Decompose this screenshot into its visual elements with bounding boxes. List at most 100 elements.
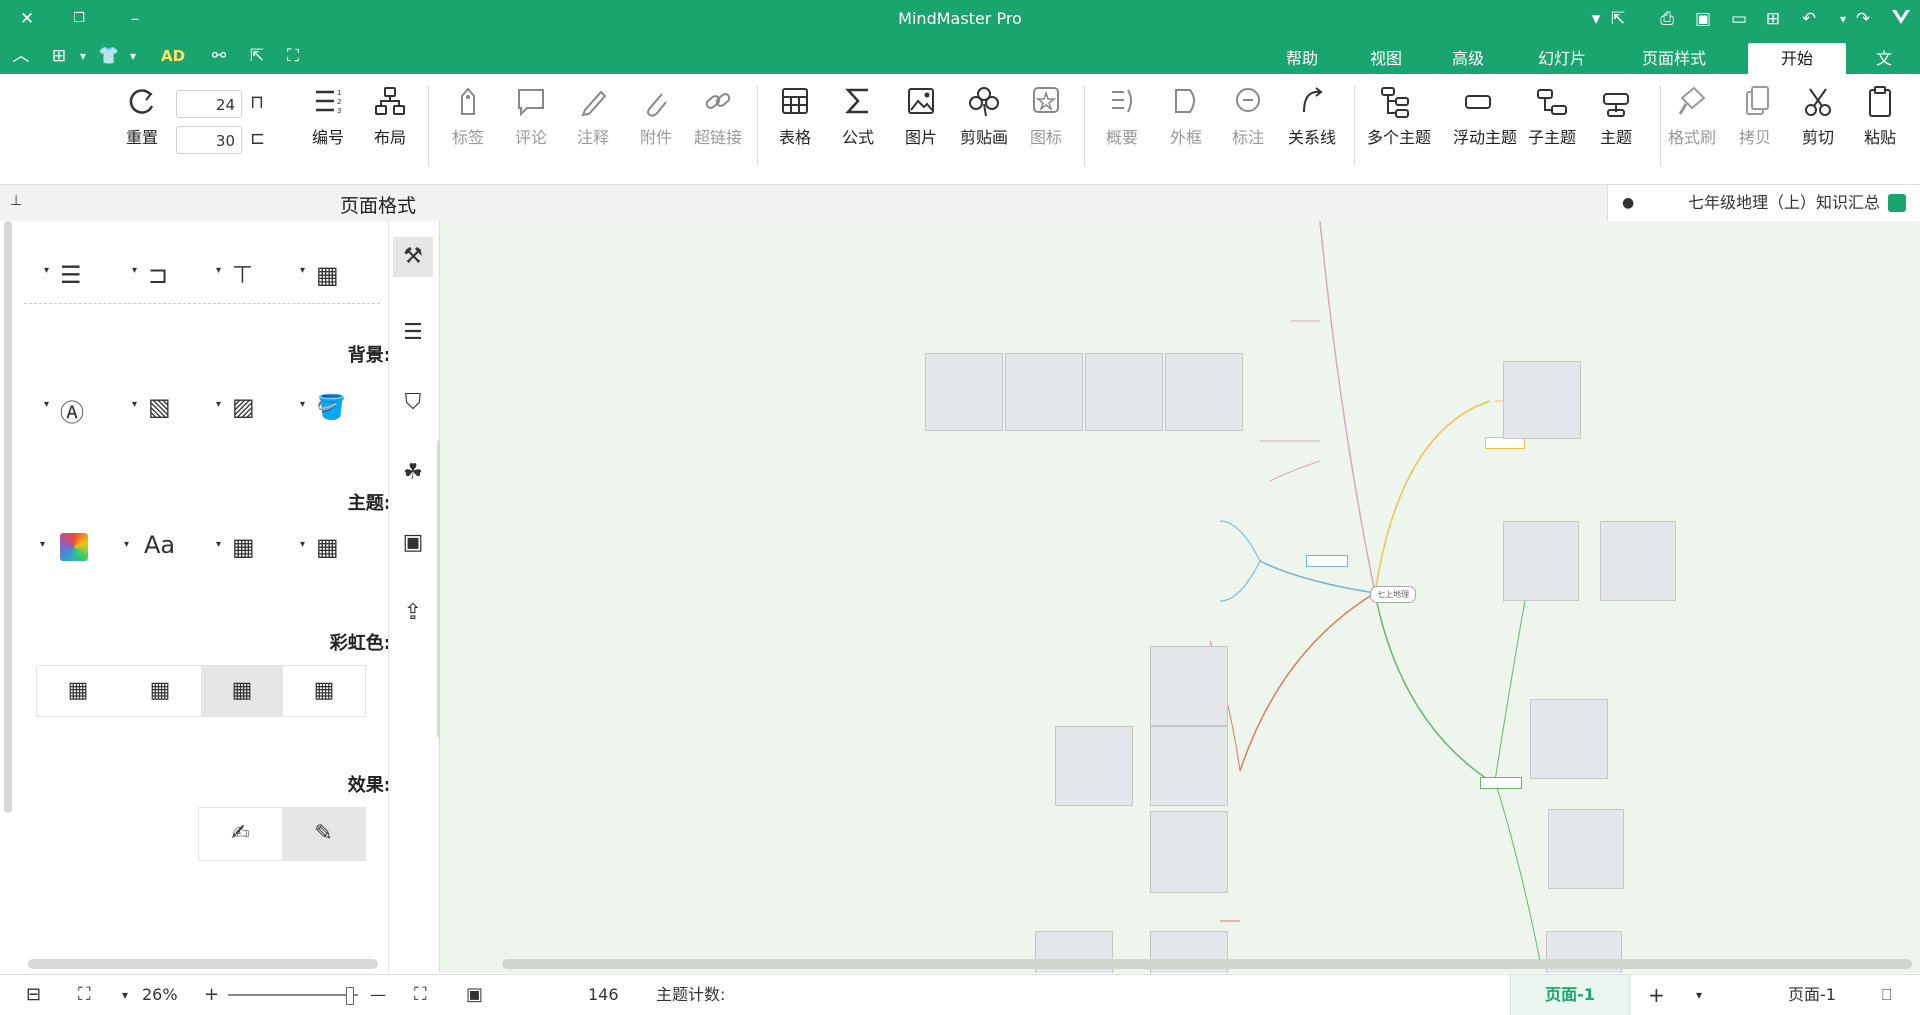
formula-button[interactable]: 公式 <box>830 84 886 154</box>
boundary-button[interactable]: 外框 <box>1158 84 1214 154</box>
color-theme-icon[interactable] <box>60 533 88 561</box>
normal-effect-icon[interactable]: ✎ <box>282 808 365 860</box>
photo-image[interactable] <box>1150 811 1228 893</box>
dropdown-icon[interactable]: ▾ <box>1696 975 1702 1015</box>
star-badge-icon[interactable]: ⛉ <box>393 383 433 423</box>
minimize-window-icon[interactable]: – <box>122 6 148 32</box>
vertical-spacing-input[interactable]: 30 <box>176 126 242 154</box>
dropdown-icon[interactable]: ▾ <box>300 539 305 550</box>
icon-button[interactable]: 图标 <box>1018 84 1074 154</box>
rainbow-option[interactable]: ▦ <box>119 666 201 716</box>
document-tab[interactable]: 七年级地理（上）知识汇总 ● <box>1607 185 1920 221</box>
remove-background-icon[interactable]: ▧ <box>148 393 171 421</box>
dropdown-icon[interactable]: ▾ <box>122 975 128 1015</box>
dropdown-icon[interactable]: ▾ <box>300 265 305 276</box>
panel-horizontal-scrollbar[interactable] <box>28 959 378 969</box>
theme-grid-icon[interactable]: ▦ <box>316 533 339 561</box>
branch-node[interactable] <box>1306 555 1348 567</box>
dropdown-icon[interactable]: ▾ <box>120 43 146 69</box>
numbered-list-icon[interactable]: ☰ <box>60 261 82 289</box>
theme-shirt-icon[interactable]: 👕 <box>96 43 122 69</box>
layout-button[interactable]: 布局 <box>362 84 418 154</box>
fit-screen-icon[interactable]: ⛶ <box>280 43 306 69</box>
table-button[interactable]: 表格 <box>767 84 823 154</box>
format-hammer-icon[interactable]: ⚒ <box>393 237 433 277</box>
theme-font-button[interactable]: Aa <box>144 531 175 559</box>
map-image[interactable] <box>1503 361 1581 439</box>
zoom-slider-track[interactable] <box>228 994 358 996</box>
photo-image[interactable] <box>1005 353 1083 431</box>
rainbow-option[interactable]: ▦ <box>37 666 119 716</box>
open-file-icon[interactable]: ▭ <box>1726 6 1752 32</box>
theme-layout-icon[interactable]: ▦ <box>232 533 255 561</box>
branch-node[interactable] <box>1480 777 1522 789</box>
dropdown-icon[interactable]: ▾ <box>216 265 221 276</box>
format-painter-button[interactable]: 格式刷 <box>1664 84 1720 154</box>
active-page-tab[interactable]: 页面-1 <box>1510 975 1630 1015</box>
background-image-icon[interactable]: ▨ <box>232 393 255 421</box>
dropdown-icon[interactable]: ▾ <box>300 399 305 410</box>
rainbow-option-selected[interactable]: ▦ <box>201 666 283 716</box>
subtopic-button[interactable]: 子主题 <box>1524 84 1580 154</box>
map-image[interactable] <box>1600 521 1676 601</box>
zoom-level[interactable]: 26% <box>142 975 178 1015</box>
clipart-button[interactable]: 剪贴画 <box>956 84 1012 154</box>
page-panel-icon[interactable]: ⎕ <box>1882 975 1892 1015</box>
dropdown-icon[interactable]: ▾ <box>44 265 49 276</box>
tag-button[interactable]: 标签 <box>440 84 496 154</box>
print-icon[interactable]: ⎙ <box>1654 6 1680 32</box>
dropdown-icon[interactable]: ▾ <box>70 43 96 69</box>
dropdown-icon[interactable]: ▾ <box>132 265 137 276</box>
paste-button[interactable]: 粘贴 <box>1852 84 1908 154</box>
map-image[interactable] <box>1530 699 1608 779</box>
dropdown-icon[interactable]: ▾ <box>216 539 221 550</box>
collapse-ribbon-icon[interactable]: ︿ <box>8 43 34 69</box>
tab-advanced[interactable]: 高级 <box>1438 43 1498 74</box>
zoom-in-icon[interactable]: + <box>204 975 219 1015</box>
horizontal-spacing-input[interactable]: 24 <box>176 90 242 118</box>
fill-bucket-icon[interactable]: 🪣 <box>316 393 346 421</box>
hyperlink-button[interactable]: 超链接 <box>690 84 746 154</box>
rainbow-option[interactable]: ▦ <box>283 666 365 716</box>
dropdown-icon[interactable]: ▾ <box>40 539 45 550</box>
connector-icon[interactable]: ⊐ <box>148 261 168 289</box>
export-icon[interactable]: ⇱ <box>1605 6 1631 32</box>
photo-image[interactable] <box>925 353 1003 431</box>
hierarchy-icon[interactable]: ⊤ <box>232 261 253 289</box>
tab-help[interactable]: 帮助 <box>1272 43 1332 74</box>
reset-button[interactable]: 重置 <box>114 84 170 154</box>
clover-icon[interactable]: ☘ <box>393 453 433 493</box>
connect-icon[interactable]: ⚯ <box>206 43 232 69</box>
tab-page-style[interactable]: 页面样式 <box>1628 43 1720 74</box>
photo-image[interactable] <box>1165 353 1243 431</box>
pin-icon[interactable]: ⊥ <box>10 193 22 209</box>
save-icon[interactable]: ▣ <box>1690 6 1716 32</box>
map-image[interactable] <box>1503 521 1579 601</box>
topic-button[interactable]: 主题 <box>1588 84 1644 154</box>
floating-topic-button[interactable]: 浮动主题 <box>1450 84 1520 154</box>
close-window-icon[interactable]: ✕ <box>14 6 40 32</box>
watermark-icon[interactable]: Ⓐ <box>60 393 84 428</box>
photo-image[interactable] <box>1085 353 1163 431</box>
tab-file[interactable]: 文件 <box>1862 43 1920 99</box>
picture-button[interactable]: 图片 <box>893 84 949 154</box>
photo-image[interactable] <box>1055 726 1133 806</box>
mindmap-canvas[interactable]: 七上地理 <box>440 221 1920 973</box>
dropdown-icon[interactable]: ▾ <box>44 399 49 410</box>
hand-drawn-effect-icon[interactable]: ✍ <box>199 808 282 860</box>
copy-button[interactable]: 拷贝 <box>1727 84 1783 154</box>
undo-icon[interactable]: ↶ <box>1796 6 1822 32</box>
export-icon[interactable]: ⇪ <box>393 593 433 633</box>
ad-font-label[interactable]: AD <box>160 43 186 69</box>
attachment-button[interactable]: 附件 <box>628 84 684 154</box>
central-topic[interactable]: 七上地理 <box>1370 586 1416 603</box>
zoom-out-icon[interactable]: — <box>370 975 386 1015</box>
panel-scrollbar[interactable] <box>4 221 12 813</box>
collapse-panel-icon[interactable]: ⊟ <box>26 975 41 1015</box>
map-image[interactable] <box>1548 809 1624 889</box>
callout-button[interactable]: 标注 <box>1220 84 1276 154</box>
fit-screen-icon[interactable]: ⛶ <box>78 975 91 1015</box>
photo-image[interactable] <box>1150 726 1228 806</box>
summary-button[interactable]: 概要 <box>1094 84 1150 154</box>
tab-view[interactable]: 视图 <box>1356 43 1416 74</box>
